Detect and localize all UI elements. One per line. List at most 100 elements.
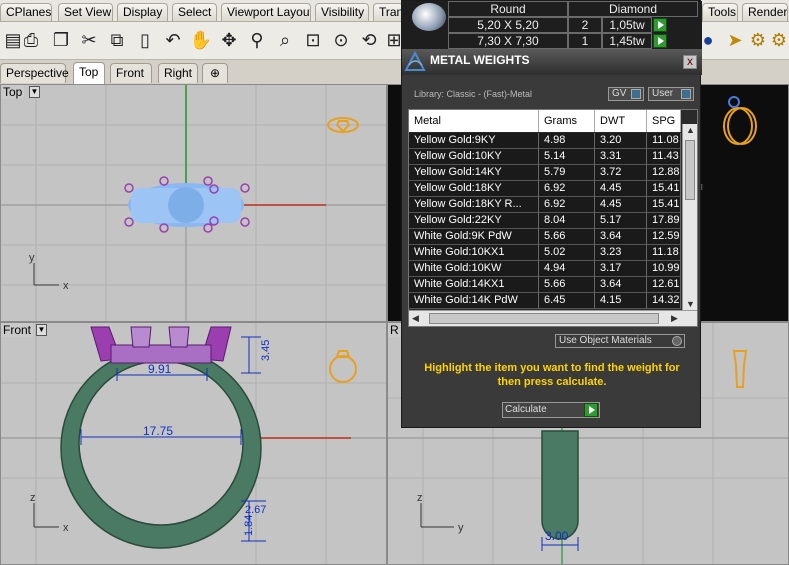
use-object-materials-button[interactable]: Use Object Materials [555, 334, 685, 348]
add-tab-button[interactable]: ⊕ [202, 63, 228, 83]
menu-viewport-layout[interactable]: Viewport Layout [221, 3, 311, 21]
use-object-materials-label: Use Object Materials [559, 335, 652, 346]
cell-grams: 6.92 [539, 181, 595, 197]
scroll-right-icon[interactable]: ▶ [671, 313, 678, 324]
table-row[interactable]: White Gold:14KX1 5.66 3.64 12.61 [409, 277, 681, 293]
tab-front[interactable]: Front [110, 63, 152, 83]
cell-dwt: 4.15 [595, 293, 647, 309]
menu-tools[interactable]: Tools [702, 3, 738, 21]
grid-row-size[interactable]: 7,30 X 7,30 [448, 33, 568, 49]
cell-metal: White Gold:14K PdW [409, 293, 539, 309]
grid-row-size[interactable]: 5,20 X 5,20 [448, 17, 568, 33]
menu-set-view[interactable]: Set View [58, 3, 113, 21]
col-dwt[interactable]: DWT [595, 110, 647, 132]
gv-toggle[interactable]: GV [608, 87, 644, 101]
viewport-front[interactable]: 9.91 17.75 3.45 2.67 1.84 z x Front ▼ [0, 322, 387, 565]
zoom-window-icon[interactable]: ⌕ [272, 27, 298, 53]
menu-transform[interactable]: Trans [373, 3, 403, 21]
rotate-icon[interactable]: ⟲ [356, 27, 382, 53]
viewport-top[interactable]: y x Top ▼ [0, 84, 387, 322]
col-spg[interactable]: SPG [647, 110, 681, 132]
horizontal-scroll-thumb[interactable] [429, 313, 659, 324]
table-row[interactable]: White Gold:14K PdW 6.45 4.15 14.32 [409, 293, 681, 309]
table-row[interactable]: Yellow Gold:9KY 4.98 3.20 11.08 [409, 133, 681, 149]
menu-render[interactable]: Render [742, 3, 788, 21]
grid-row-qty[interactable]: 1 [568, 33, 602, 49]
grid-row-carat[interactable]: 1,05tw [602, 17, 652, 33]
table-row[interactable]: Yellow Gold:22KY 8.04 5.17 17.89 [409, 213, 681, 229]
menu-display[interactable]: Display [117, 3, 168, 21]
zoom-extents-icon[interactable]: ⊡ [300, 27, 326, 53]
menu-select[interactable]: Select [172, 3, 217, 21]
cell-dwt: 4.45 [595, 181, 647, 197]
svg-text:y: y [29, 252, 35, 264]
options-gear-icon[interactable]: ⚙ [766, 27, 789, 53]
viewport-top-dropdown[interactable]: ▼ [29, 86, 40, 98]
calculate-button[interactable]: Calculate [502, 402, 600, 418]
svg-text:z: z [417, 492, 423, 504]
cut-icon[interactable]: ✂ [76, 27, 102, 53]
menu-cplanes[interactable]: CPlanes [0, 3, 52, 21]
vertical-scrollbar[interactable]: ▲ ▼ [682, 124, 697, 310]
table-row[interactable]: White Gold:10KX1 5.02 3.23 11.18 [409, 245, 681, 261]
viewport-right-label[interactable]: R [388, 323, 401, 337]
grid-row-qty[interactable]: 2 [568, 17, 602, 33]
dim-height-b: 2.67 [245, 504, 266, 516]
grid-header-shape: Round [448, 1, 568, 17]
diamond-gem-icon [412, 3, 446, 31]
viewport-front-dropdown[interactable]: ▼ [36, 324, 47, 336]
copy-icon[interactable]: ⧉ [104, 27, 130, 53]
zoom-selected-icon[interactable]: ⊙ [328, 27, 354, 53]
horizontal-scrollbar[interactable]: ◀ ▶ [409, 310, 697, 326]
zoom-icon[interactable]: ⚲ [244, 27, 270, 53]
pan-hand-icon[interactable]: ✋ [188, 27, 214, 53]
viewport-tabs: Perspective Top Front Right ⊕ [0, 60, 400, 84]
user-toggle[interactable]: User [648, 87, 694, 101]
scroll-down-icon[interactable]: ▼ [686, 299, 695, 309]
cell-spg: 14.32 [647, 293, 681, 309]
cell-metal: Yellow Gold:18KY R... [409, 197, 539, 213]
table-row[interactable]: Yellow Gold:14KY 5.79 3.72 12.88 [409, 165, 681, 181]
paste-icon[interactable]: ▯ [132, 27, 158, 53]
top-view-canvas: y x [1, 85, 386, 321]
ring-setting-prongs [90, 326, 232, 364]
cell-dwt: 3.17 [595, 261, 647, 277]
cell-grams: 6.45 [539, 293, 595, 309]
tab-top[interactable]: Top [73, 62, 105, 84]
cell-grams: 4.94 [539, 261, 595, 277]
calculate-go-icon [584, 403, 598, 417]
viewport-front-label[interactable]: Front [1, 323, 34, 337]
col-grams[interactable]: Grams [539, 110, 595, 132]
cell-spg: 11.43 [647, 149, 681, 165]
menu-visibility[interactable]: Visibility [315, 3, 369, 21]
grid-row-go-button[interactable] [653, 34, 667, 48]
close-icon[interactable]: x [683, 55, 697, 69]
vertical-scroll-thumb[interactable] [685, 140, 695, 200]
dialog-title-bar[interactable]: METAL WEIGHTS x [402, 49, 702, 75]
grid-row-carat[interactable]: 1,45tw [602, 33, 652, 49]
table-row[interactable]: Yellow Gold:10KY 5.14 3.31 11.43 [409, 149, 681, 165]
cell-metal: White Gold:9K PdW [409, 229, 539, 245]
undo-icon[interactable]: ↶ [160, 27, 186, 53]
table-row[interactable]: Yellow Gold:18KY R... 6.92 4.45 15.41 [409, 197, 681, 213]
table-row[interactable]: Yellow Gold:18KY 6.92 4.45 15.41 [409, 181, 681, 197]
print-icon[interactable]: ⎙ [18, 27, 44, 53]
tab-perspective[interactable]: Perspective [0, 63, 69, 83]
cell-metal: Yellow Gold:18KY [409, 181, 539, 197]
grid-row-go-button[interactable] [653, 18, 667, 32]
move-icon[interactable]: ✥ [216, 27, 242, 53]
scroll-left-icon[interactable]: ◀ [412, 313, 419, 324]
cell-spg: 12.59 [647, 229, 681, 245]
cell-spg: 11.08 [647, 133, 681, 149]
metal-table: Metal Grams DWT SPG Yellow Gold:9KY 4.98 3… [408, 109, 698, 327]
cell-spg: 15.41 [647, 181, 681, 197]
tab-right[interactable]: Right [158, 63, 198, 83]
scroll-up-icon[interactable]: ▲ [686, 125, 695, 135]
col-metal[interactable]: Metal [409, 110, 539, 132]
open-icon[interactable]: ❐ [48, 27, 74, 53]
cell-grams: 5.66 [539, 229, 595, 245]
table-row[interactable]: White Gold:9K PdW 5.66 3.64 12.59 [409, 229, 681, 245]
table-row[interactable]: White Gold:10KW 4.94 3.17 10.99 [409, 261, 681, 277]
viewport-top-label[interactable]: Top [1, 85, 25, 99]
cell-grams: 5.79 [539, 165, 595, 181]
